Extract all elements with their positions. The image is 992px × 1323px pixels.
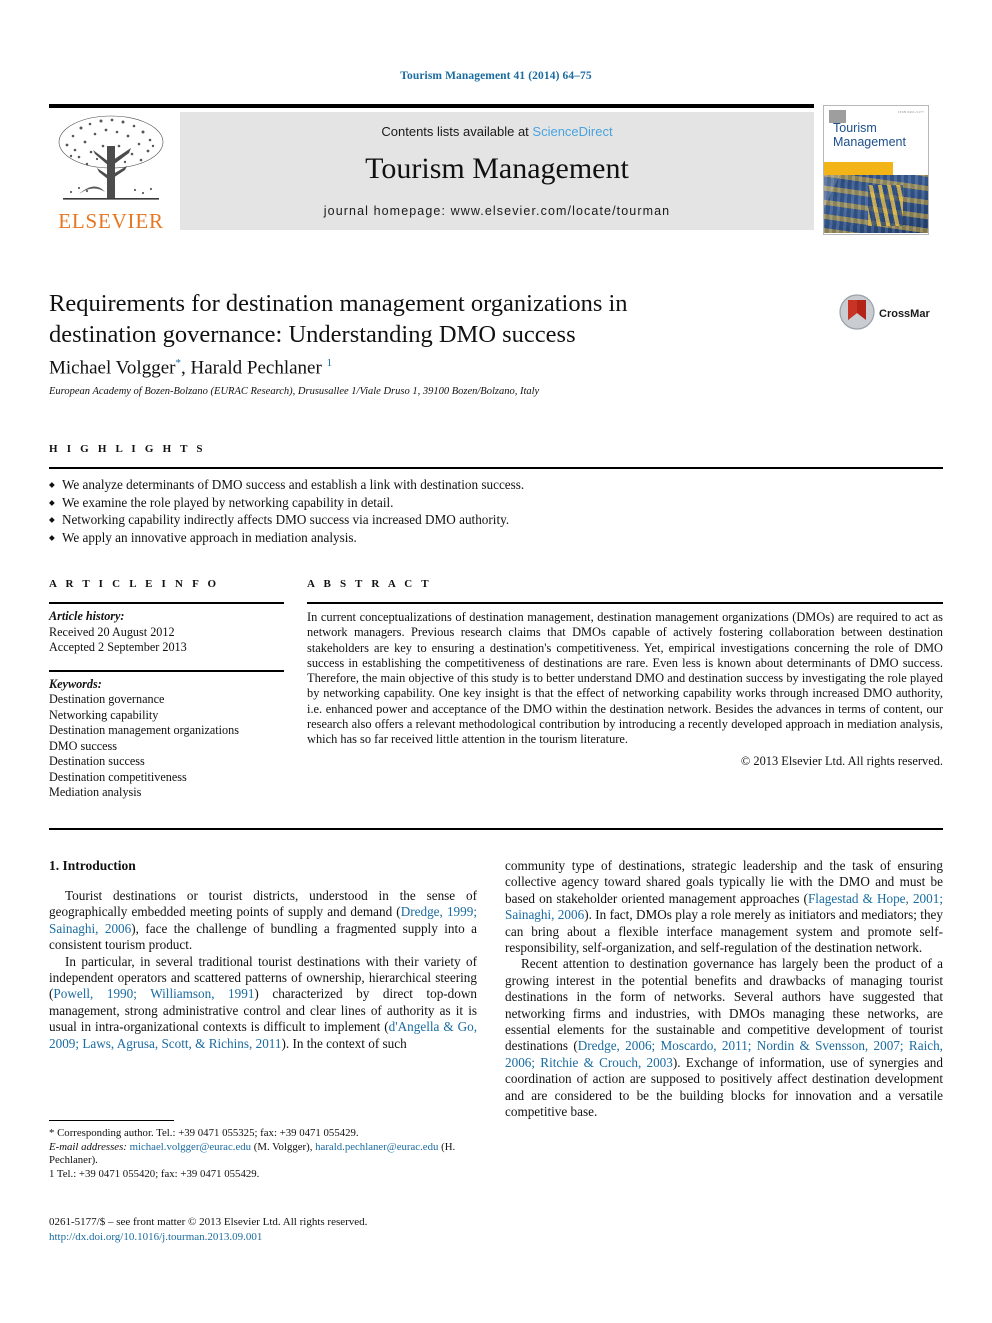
- article-info-section: A R T I C L E I N F O Article history: R…: [49, 578, 284, 801]
- cover-top: ISSN 0261-5177 Tourism Management: [824, 106, 928, 162]
- paragraph: In particular, in several traditional to…: [49, 954, 477, 1052]
- abstract-copyright: © 2013 Elsevier Ltd. All rights reserved…: [740, 753, 943, 768]
- author-2-marker[interactable]: 1: [327, 357, 333, 369]
- abstract-text: In current conceptualizations of destina…: [307, 610, 943, 747]
- abstract-label: A B S T R A C T: [307, 578, 432, 590]
- cover-journal-title: Tourism Management: [833, 121, 906, 149]
- affiliation: European Academy of Bozen-Bolzano (EURAC…: [49, 386, 540, 397]
- citation-link[interactable]: Powell, 1990; Williamson, 1991: [53, 986, 254, 1001]
- keyword-item: Destination governance: [49, 692, 165, 706]
- highlights-section: H I G H L I G H T S We analyze determina…: [49, 443, 943, 546]
- paper-page: Tourism Management 41 (2014) 64–75 ELSEV…: [0, 0, 992, 1323]
- footnote-corresponding-author: * Corresponding author. Tel.: +39 0471 0…: [49, 1127, 359, 1139]
- footnote-email-addresses: E-mail addresses: michael.volgger@eurac.…: [49, 1141, 477, 1168]
- author-list: Michael Volgger*, Harald Pechlaner 1: [49, 357, 333, 379]
- cover-title-line-2: Management: [833, 134, 906, 149]
- keyword-item: DMO success: [49, 738, 118, 753]
- article-received-date: Received 20 August 2012: [49, 624, 175, 639]
- journal-masthead: ELSEVIER Contents lists available at Sci…: [49, 104, 943, 236]
- paragraph-text: ). In the context of such: [281, 1035, 407, 1051]
- masthead-banner: Contents lists available at ScienceDirec…: [180, 112, 814, 230]
- paragraph: Tourist destinations or tourist district…: [49, 888, 477, 954]
- email-link-pechlaner[interactable]: harald.pechlaner@eurac.edu: [315, 1141, 438, 1153]
- keyword-item: Destination management organizations: [49, 723, 239, 737]
- body-column-right: community type of destinations, strategi…: [505, 858, 943, 1121]
- masthead-top-rule: [49, 104, 814, 108]
- cover-yellow-band: [824, 162, 893, 175]
- highlights-list: We analyze determinants of DMO success a…: [49, 469, 943, 546]
- footnote-note-1: 1 Tel.: +39 0471 055420; fax: +39 0471 0…: [49, 1167, 260, 1180]
- email-owner-1: (M. Volgger),: [253, 1140, 313, 1153]
- journal-homepage-link[interactable]: journal homepage: www.elsevier.com/locat…: [180, 204, 814, 218]
- list-item: We examine the role played by networking…: [49, 494, 943, 512]
- paragraph: community type of destinations, strategi…: [505, 858, 943, 956]
- front-matter-line: 0261-5177/$ – see front matter © 2013 El…: [49, 1216, 368, 1228]
- email-label: E-mail addresses:: [49, 1140, 127, 1153]
- cover-issn-label: ISSN 0261-5177: [898, 110, 924, 114]
- footnotes-section: * Corresponding author. Tel.: +39 0471 0…: [49, 1120, 477, 1181]
- author-1-marker[interactable]: *: [175, 357, 181, 369]
- keyword-item: Networking capability: [49, 707, 159, 722]
- keyword-item: Destination competitiveness: [49, 769, 187, 784]
- cover-photo-collage: [824, 175, 928, 233]
- author-2-name: Harald Pechlaner: [190, 357, 322, 379]
- running-head: Tourism Management 41 (2014) 64–75: [400, 70, 592, 82]
- keywords-block: Keywords: Destination governance Network…: [49, 672, 284, 801]
- footnote-rule: [49, 1120, 174, 1121]
- crossmark-icon[interactable]: CrossMark: [838, 292, 930, 332]
- elsevier-wordmark: ELSEVIER: [58, 209, 164, 233]
- author-1-name: Michael Volgger: [49, 357, 176, 379]
- elsevier-tree-icon: [58, 115, 164, 200]
- keyword-item: Mediation analysis: [49, 785, 142, 799]
- contents-available-line: Contents lists available at ScienceDirec…: [180, 124, 814, 139]
- email-link-volgger[interactable]: michael.volgger@eurac.edu: [130, 1141, 251, 1153]
- page-title: Requirements for destination management …: [49, 290, 628, 348]
- sciencedirect-link[interactable]: ScienceDirect: [532, 124, 612, 139]
- paragraph: Recent attention to destination governan…: [505, 956, 943, 1120]
- front-matter-block: 0261-5177/$ – see front matter © 2013 El…: [49, 1215, 519, 1244]
- cover-title-line-1: Tourism: [833, 121, 877, 135]
- doi-link[interactable]: http://dx.doi.org/10.1016/j.tourman.2013…: [49, 1230, 519, 1245]
- keyword-item: Destination success: [49, 754, 145, 768]
- section-heading-introduction: 1. Introduction: [49, 858, 136, 873]
- abstract-bottom-rule: [49, 828, 943, 830]
- abstract-section: A B S T R A C T In current conceptualiza…: [307, 578, 943, 769]
- list-item: We apply an innovative approach in media…: [49, 529, 943, 547]
- keywords-heading: Keywords:: [49, 676, 102, 691]
- list-item: We analyze determinants of DMO success a…: [49, 476, 943, 494]
- journal-title: Tourism Management: [365, 152, 629, 185]
- svg-text:CrossMark: CrossMark: [879, 308, 930, 320]
- article-history-heading: Article history:: [49, 609, 125, 623]
- body-column-left: 1. Introduction Tourist destinations or …: [49, 858, 477, 1052]
- article-accepted-date: Accepted 2 September 2013: [49, 640, 187, 654]
- journal-cover-thumbnail: ISSN 0261-5177 Tourism Management: [823, 105, 929, 235]
- article-history: Article history: Received 20 August 2012…: [49, 604, 284, 656]
- crossmark-badge[interactable]: CrossMark: [838, 292, 930, 332]
- contents-prefix: Contents lists available at: [381, 124, 533, 139]
- highlights-label: H I G H L I G H T S: [49, 443, 206, 455]
- elsevier-logo: ELSEVIER: [49, 112, 173, 236]
- article-info-label: A R T I C L E I N F O: [49, 578, 220, 590]
- list-item: Networking capability indirectly affects…: [49, 511, 943, 529]
